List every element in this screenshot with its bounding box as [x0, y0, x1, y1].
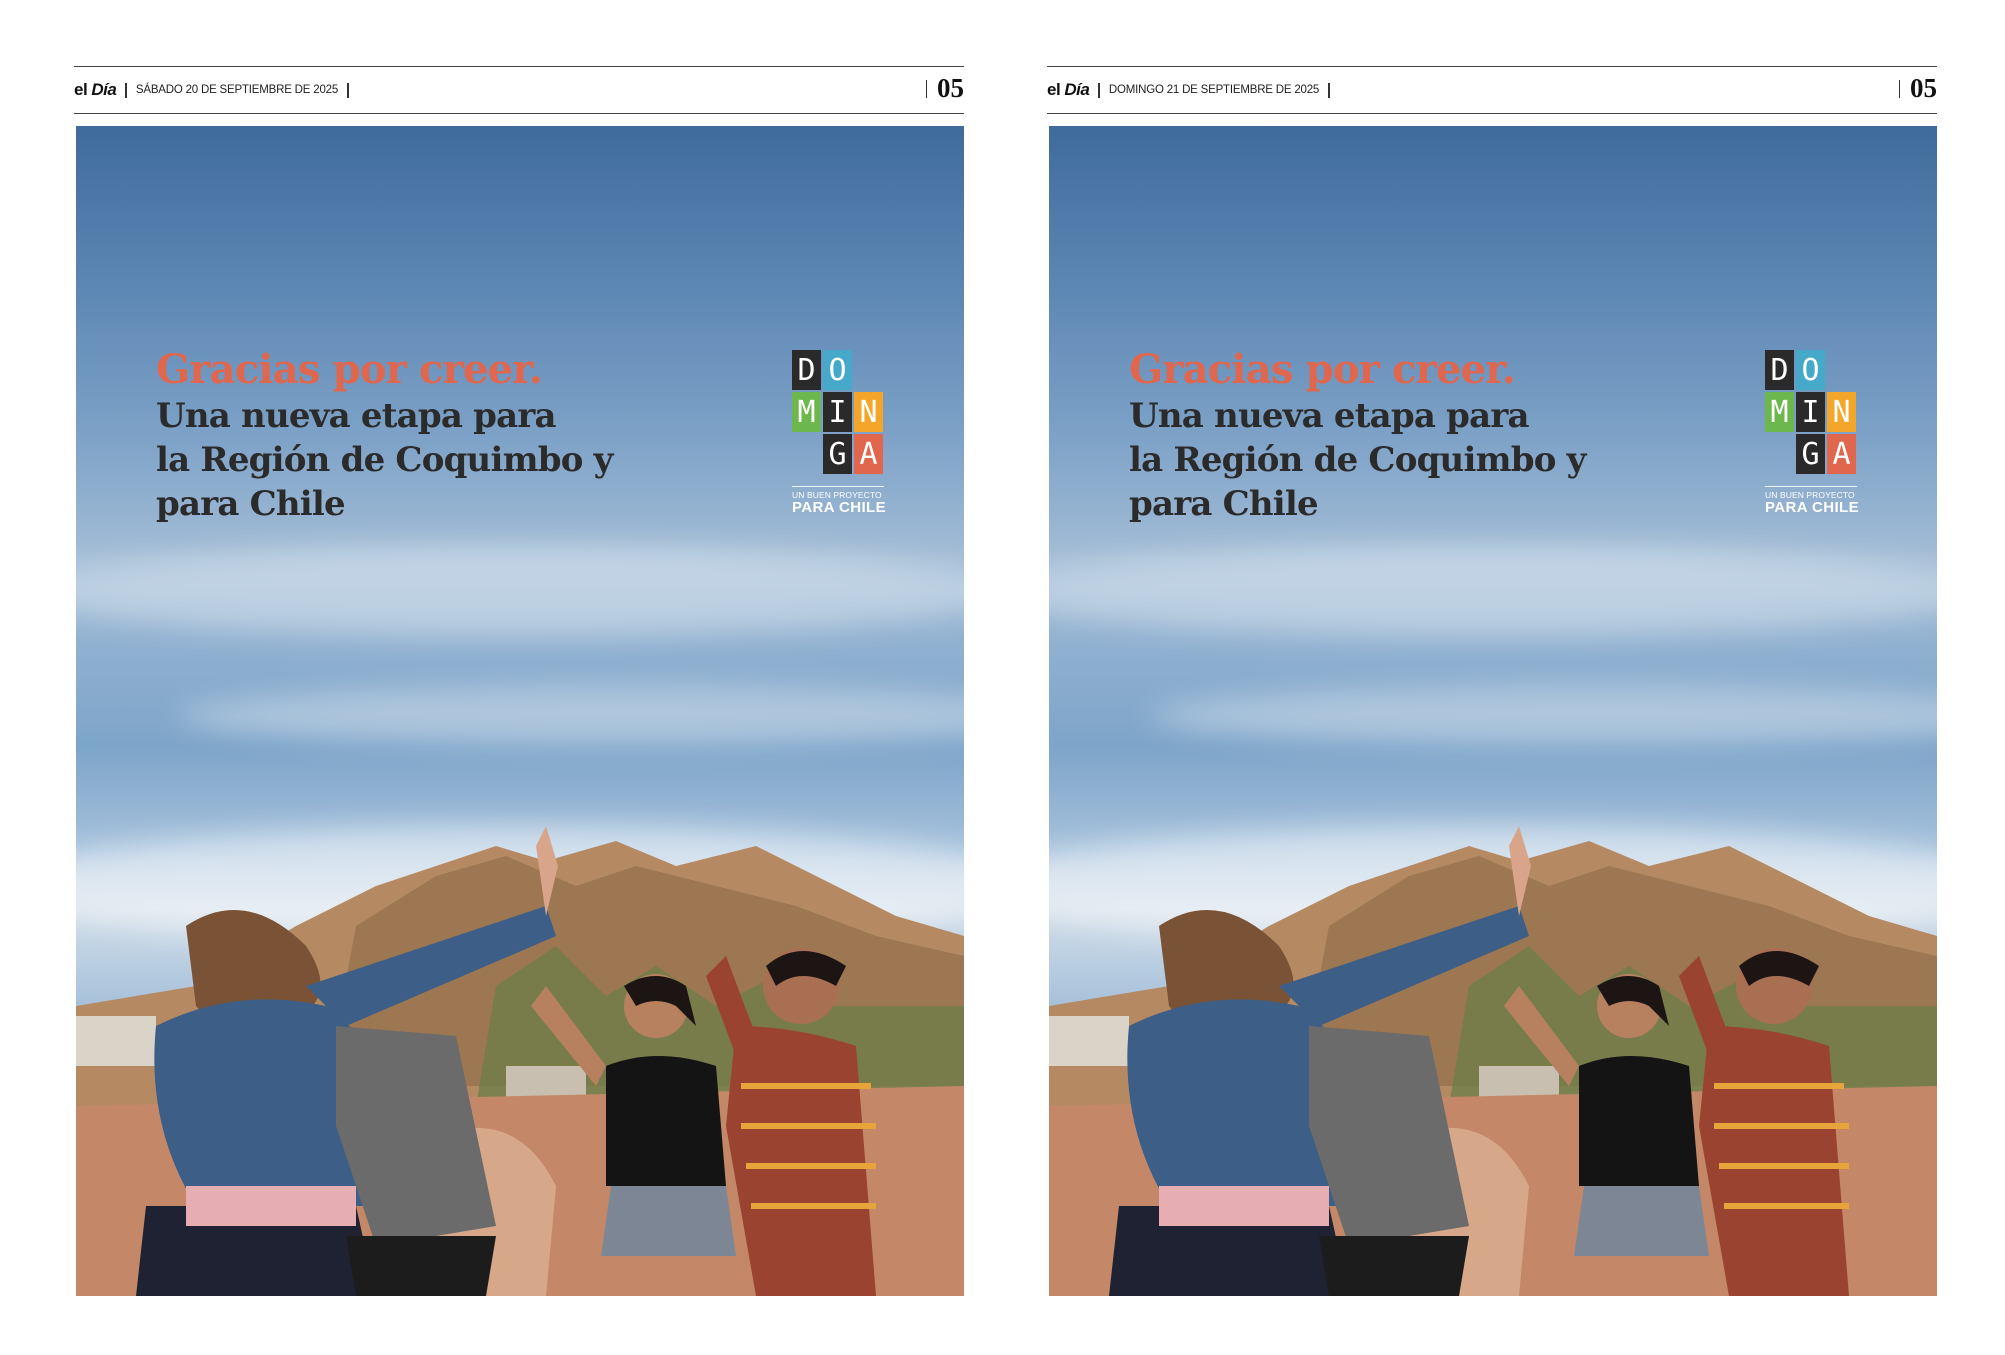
- headline-line: para Chile: [156, 484, 346, 524]
- page-number: 05: [925, 73, 964, 104]
- logo-tile: N: [1827, 392, 1856, 432]
- headline-line: para Chile: [1129, 484, 1319, 524]
- logo-tagline-big: PARA CHILE: [1765, 499, 1859, 516]
- logo-tile: M: [792, 392, 821, 432]
- logo-tile: [1765, 434, 1794, 474]
- masthead-logo: el Día: [1047, 80, 1090, 99]
- logo-tile: N: [854, 392, 883, 432]
- headline-line: la Región de Coquimbo y: [156, 440, 613, 480]
- headline-line: Una nueva etapa para: [1129, 396, 1529, 436]
- advertisement: Gracias por creer. Una nueva etapa para …: [76, 126, 964, 1296]
- logo-divider: [792, 486, 884, 487]
- headline-accent: Gracias por creer.: [1129, 346, 1516, 393]
- headline-line: Una nueva etapa para: [156, 396, 556, 436]
- logo-tagline-big: PARA CHILE: [792, 499, 886, 516]
- logo-grid: D O M I N G A: [1765, 350, 1861, 474]
- logo-tile: O: [1796, 350, 1825, 390]
- page-header: el Día SÁBADO 20 DE SEPTIEMBRE DE 2025 0…: [74, 66, 964, 114]
- header-separator: [1328, 82, 1330, 98]
- logo-tile: A: [854, 434, 883, 474]
- headline-accent: Gracias por creer.: [156, 346, 543, 393]
- logo-tile: D: [792, 350, 821, 390]
- ad-headline: Gracias por creer. Una nueva etapa para …: [1129, 346, 1586, 526]
- logo-tile: O: [823, 350, 852, 390]
- dominga-logo: D O M I N G A UN BUEN PROYECTO PARA CHIL…: [1765, 350, 1861, 516]
- logo-tile: I: [823, 392, 852, 432]
- page-date: DOMINGO 21 DE SEPTIEMBRE DE 2025: [1108, 84, 1320, 96]
- newspaper-page-right: el Día DOMINGO 21 DE SEPTIEMBRE DE 2025 …: [1047, 66, 1937, 1296]
- logo-tile: [1827, 350, 1856, 390]
- header-separator: [125, 82, 127, 98]
- page-date: SÁBADO 20 DE SEPTIEMBRE DE 2025: [135, 84, 339, 96]
- newspaper-page-left: el Día SÁBADO 20 DE SEPTIEMBRE DE 2025 0…: [74, 66, 964, 1296]
- logo-tile: M: [1765, 392, 1794, 432]
- logo-tile: [792, 434, 821, 474]
- dominga-logo: D O M I N G A UN BUEN PROYECTO PARA CHIL…: [792, 350, 888, 516]
- people-celebrating-photo: [76, 826, 964, 1296]
- logo-tile: [854, 350, 883, 390]
- logo-tile: I: [1796, 392, 1825, 432]
- masthead-logo: el Día: [74, 80, 117, 99]
- logo-tile: A: [1827, 434, 1856, 474]
- logo-divider: [1765, 486, 1857, 487]
- ad-headline: Gracias por creer. Una nueva etapa para …: [156, 346, 613, 526]
- headline-line: la Región de Coquimbo y: [1129, 440, 1586, 480]
- logo-tile: G: [1796, 434, 1825, 474]
- header-separator: [1098, 82, 1100, 98]
- logo-grid: D O M I N G A: [792, 350, 888, 474]
- logo-tile: D: [1765, 350, 1794, 390]
- page-number: 05: [1898, 73, 1937, 104]
- advertisement: Gracias por creer. Una nueva etapa para …: [1049, 126, 1937, 1296]
- header-separator: [347, 82, 349, 98]
- page-header: el Día DOMINGO 21 DE SEPTIEMBRE DE 2025 …: [1047, 66, 1937, 114]
- logo-tile: G: [823, 434, 852, 474]
- people-celebrating-photo: [1049, 826, 1937, 1296]
